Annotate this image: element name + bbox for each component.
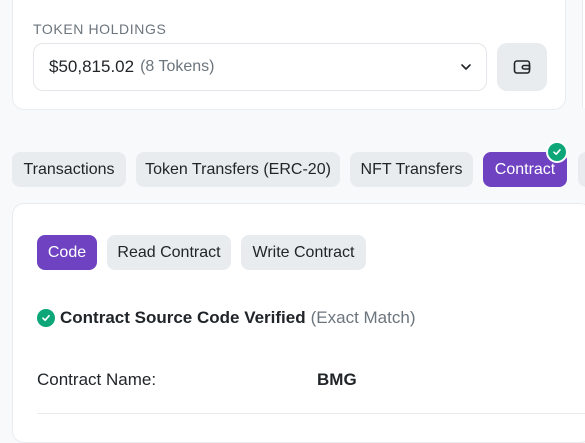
token-holdings-count: (8 Tokens)	[140, 58, 215, 75]
contract-panel: Code Read Contract Write Contract Contra…	[12, 203, 585, 443]
subtab-write-contract[interactable]: Write Contract	[241, 235, 366, 270]
token-holdings-value: $50,815.02	[49, 57, 135, 76]
token-holdings-dropdown[interactable]: $50,815.02 (8 Tokens)	[33, 43, 487, 91]
token-holdings-card: TOKEN HOLDINGS $50,815.02 (8 Tokens)	[12, 0, 566, 110]
token-holdings-label: TOKEN HOLDINGS	[33, 21, 167, 37]
contract-name-value: BMG	[317, 370, 357, 389]
contract-name-label: Contract Name:	[37, 370, 157, 389]
check-icon	[553, 148, 561, 155]
tab-token-transfers[interactable]: Token Transfers (ERC-20)	[136, 152, 340, 187]
contract-verified-badge	[546, 141, 568, 163]
subtab-read-contract[interactable]: Read Contract	[107, 235, 231, 270]
subtab-code[interactable]: Code	[37, 235, 97, 270]
tab-transactions[interactable]: Transactions	[12, 152, 126, 187]
chevron-down-icon	[461, 64, 471, 70]
verification-title: Contract Source Code Verified	[60, 308, 306, 327]
check-circle-icon	[37, 309, 55, 327]
tab-overflow[interactable]	[578, 152, 585, 187]
tab-nft-transfers[interactable]: NFT Transfers	[350, 152, 473, 187]
verification-note: (Exact Match)	[310, 308, 416, 327]
verification-status: Contract Source Code Verified (Exact Mat…	[37, 308, 415, 328]
wallet-icon	[513, 60, 531, 74]
row-divider	[37, 413, 585, 414]
wallet-button[interactable]	[497, 43, 547, 91]
